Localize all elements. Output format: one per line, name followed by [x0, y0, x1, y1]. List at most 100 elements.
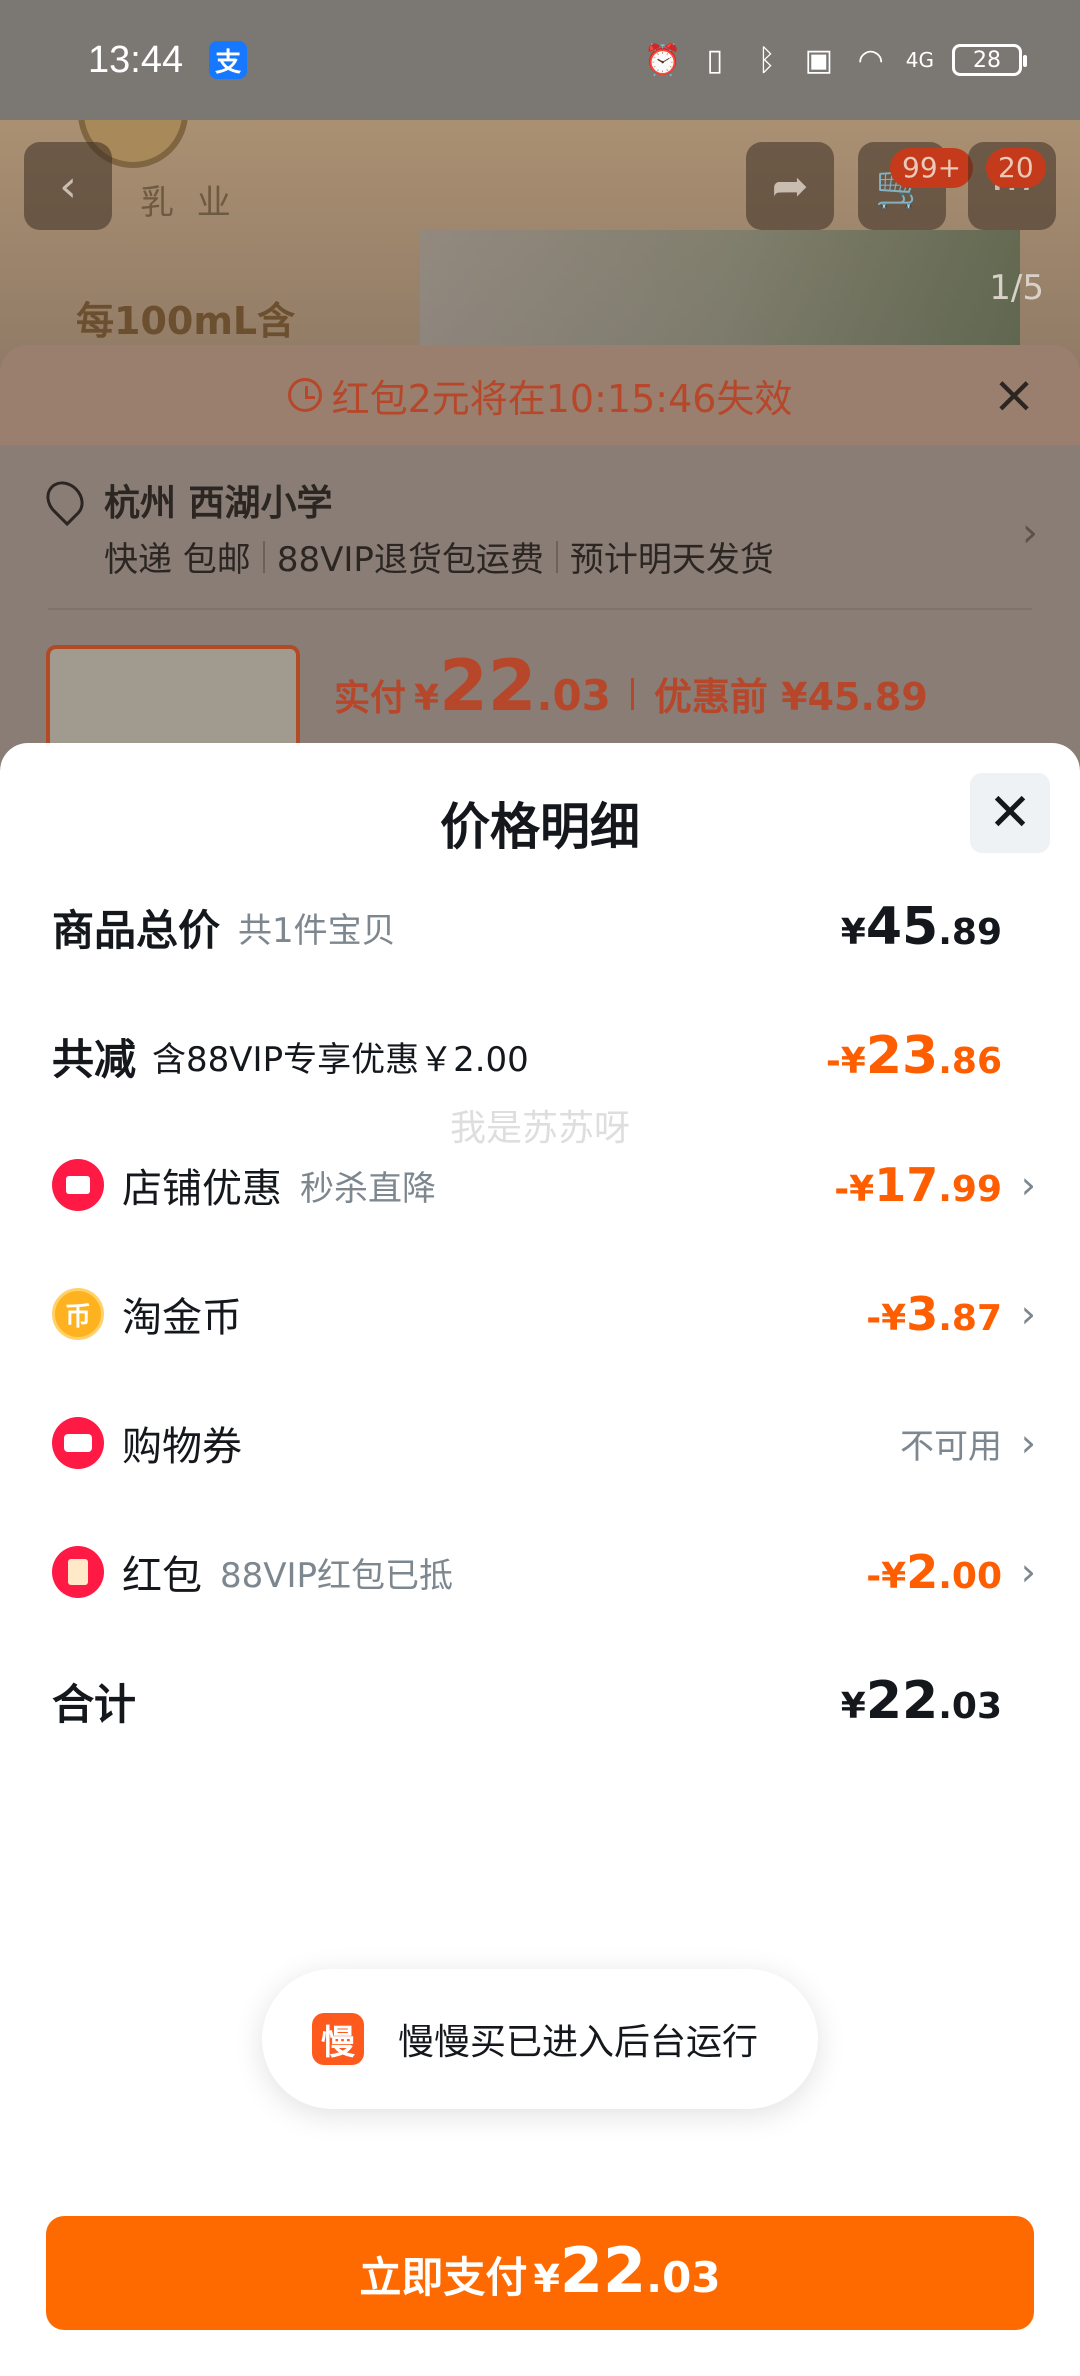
pay-amount-dec: .03	[646, 2253, 721, 2302]
ship-date: 预计明天发货	[569, 540, 774, 580]
paid-label: 实付	[334, 678, 407, 719]
row-label: 共减	[52, 1034, 137, 1084]
paid-currency: ¥	[414, 678, 440, 719]
row-amount: -¥ 2.00	[866, 1545, 1002, 1599]
row-label: 购物券	[122, 1424, 242, 1470]
divider	[48, 608, 1032, 610]
location-pin-icon	[38, 473, 92, 527]
row-label: 商品总价	[52, 905, 221, 955]
order-sheet: 红包2元将在10:15:46失效 × 杭州 西湖小学 快递 包邮 88VIP退货…	[0, 345, 1080, 765]
chevron-right-icon: ›	[1022, 510, 1038, 556]
countdown-text: 红包2元将在10:15:46失效	[331, 376, 793, 421]
paid-dec: .03	[536, 671, 611, 720]
amount-int: 22	[865, 1671, 939, 1731]
clock-icon	[287, 378, 322, 412]
row-grand-total: 合计 ¥22.03	[52, 1661, 1036, 1741]
row-sublabel: 88VIP红包已抵	[220, 1555, 454, 1596]
amount-dec: .99	[938, 1169, 1002, 1210]
row-label: 红包	[122, 1553, 202, 1599]
toast-text: 慢慢买已进入后台运行	[398, 2022, 759, 2063]
pay-label: 立即支付	[359, 2253, 528, 2302]
row-label: 淘金币	[122, 1295, 242, 1341]
coin-icon: 币	[52, 1288, 104, 1340]
row-label: 店铺优惠	[122, 1166, 282, 1212]
signal-icon: 4G	[905, 48, 934, 72]
close-icon: ✕	[988, 783, 1032, 843]
delivery-info: 快递 包邮 88VIP退货包运费 预计明天发货	[104, 532, 774, 581]
row-taojinbi[interactable]: 币 淘金币 -¥ 3.87 ›	[52, 1274, 1036, 1354]
chevron-right-icon: ›	[1020, 1163, 1036, 1207]
amount-int: 23	[865, 1026, 939, 1086]
chevron-right-icon: ›	[1020, 1292, 1036, 1336]
paid-summary: 实付 ¥ 22 .03 优惠前 ¥45.89	[334, 645, 928, 727]
row-status: 不可用	[900, 1426, 1002, 1467]
row-amount: ¥45.89	[841, 897, 1002, 957]
sheet-title: 价格明细	[440, 798, 640, 856]
vibrate-icon: ▯	[706, 42, 724, 78]
amount-dec: .00	[938, 1556, 1002, 1597]
row-red-packet[interactable]: 红包 88VIP红包已抵 -¥ 2.00 ›	[52, 1532, 1036, 1612]
cart-badge: 99+	[890, 148, 974, 188]
message-badge: 20	[986, 148, 1046, 188]
manmanmai-app-icon: 慢	[312, 2013, 364, 2065]
countdown-banner: 红包2元将在10:15:46失效	[0, 345, 1080, 445]
price-detail-sheet: 价格明细 ✕ 商品总价 共1件宝贝 ¥45.89 共减 含88VIP专享优惠￥2…	[0, 743, 1080, 2376]
row-total-reduction: 共减 含88VIP专享优惠￥2.00 -¥ 23.86	[52, 1016, 1036, 1096]
alipay-icon: 支	[209, 41, 248, 79]
row-item-total: 商品总价 共1件宝贝 ¥45.89	[52, 887, 1036, 967]
divider	[630, 678, 634, 710]
brand-sub: 乳 业	[140, 183, 237, 223]
address-title: 杭州 西湖小学	[104, 483, 333, 524]
currency: -¥	[866, 1298, 907, 1339]
row-shop-discount[interactable]: 店铺优惠 秒杀直降 -¥ 17.99 ›	[52, 1145, 1036, 1225]
row-sublabel: 共1件宝贝	[238, 910, 396, 951]
chevron-left-icon: ‹	[59, 160, 77, 212]
close-icon[interactable]: ×	[988, 369, 1040, 421]
original-price: 优惠前 ¥45.89	[653, 675, 928, 719]
close-button[interactable]: ✕	[970, 773, 1050, 853]
currency: -¥	[834, 1169, 875, 1210]
shop-icon	[52, 1159, 104, 1211]
chevron-right-icon: ›	[1020, 1421, 1036, 1465]
pay-now-button[interactable]: 立即支付 ¥ 22 .03	[46, 2216, 1034, 2330]
divider	[555, 540, 558, 573]
status-bar: 13:44 支 ⏰ ▯ ᛒ ▣ ◠ 4G 28	[0, 0, 1080, 120]
share-button[interactable]: ➦	[746, 142, 834, 230]
return-policy: 88VIP退货包运费	[276, 540, 544, 580]
alarm-icon: ⏰	[644, 42, 682, 78]
amount-int: 45	[865, 897, 939, 957]
delivery-method: 快递 包邮	[104, 540, 251, 580]
red-packet-icon	[52, 1546, 104, 1598]
amount-int: 17	[874, 1158, 939, 1212]
row-sublabel: 含88VIP专享优惠￥2.00	[152, 1039, 529, 1080]
currency: ¥	[840, 1686, 866, 1727]
amount-int: 2	[906, 1545, 939, 1599]
amount-dec: .87	[938, 1298, 1002, 1339]
image-pager: 1/5	[989, 268, 1044, 308]
back-button[interactable]: ‹	[24, 142, 112, 230]
hd-icon: ▣	[804, 42, 833, 78]
amount-dec: .03	[938, 1686, 1002, 1727]
paid-int: 22	[439, 645, 537, 727]
pay-amount-int: 22	[559, 2234, 647, 2307]
row-shopping-coupon[interactable]: 购物券 不可用 ›	[52, 1403, 1036, 1483]
pay-currency: ¥	[533, 2257, 560, 2301]
watermark-text: 我是苏苏呀	[449, 1108, 630, 1149]
amount-dec: .89	[938, 912, 1002, 953]
divider	[262, 540, 265, 573]
bluetooth-icon: ᛒ	[757, 42, 776, 78]
row-amount: -¥ 23.86	[826, 1026, 1002, 1086]
currency: -¥	[825, 1041, 866, 1082]
ticket-icon	[52, 1417, 104, 1469]
background-toast: 慢 慢慢买已进入后台运行	[262, 1969, 818, 2109]
status-time: 13:44	[88, 38, 184, 81]
row-sublabel: 秒杀直降	[300, 1168, 436, 1209]
row-amount: -¥ 3.87	[866, 1287, 1002, 1341]
currency: -¥	[866, 1556, 907, 1597]
wifi-icon: ◠	[857, 42, 884, 78]
amount-int: 3	[906, 1287, 939, 1341]
chevron-right-icon: ›	[1020, 1550, 1036, 1594]
battery-icon: 28	[952, 44, 1027, 76]
row-label: 合计	[52, 1679, 137, 1729]
currency: ¥	[840, 912, 866, 953]
